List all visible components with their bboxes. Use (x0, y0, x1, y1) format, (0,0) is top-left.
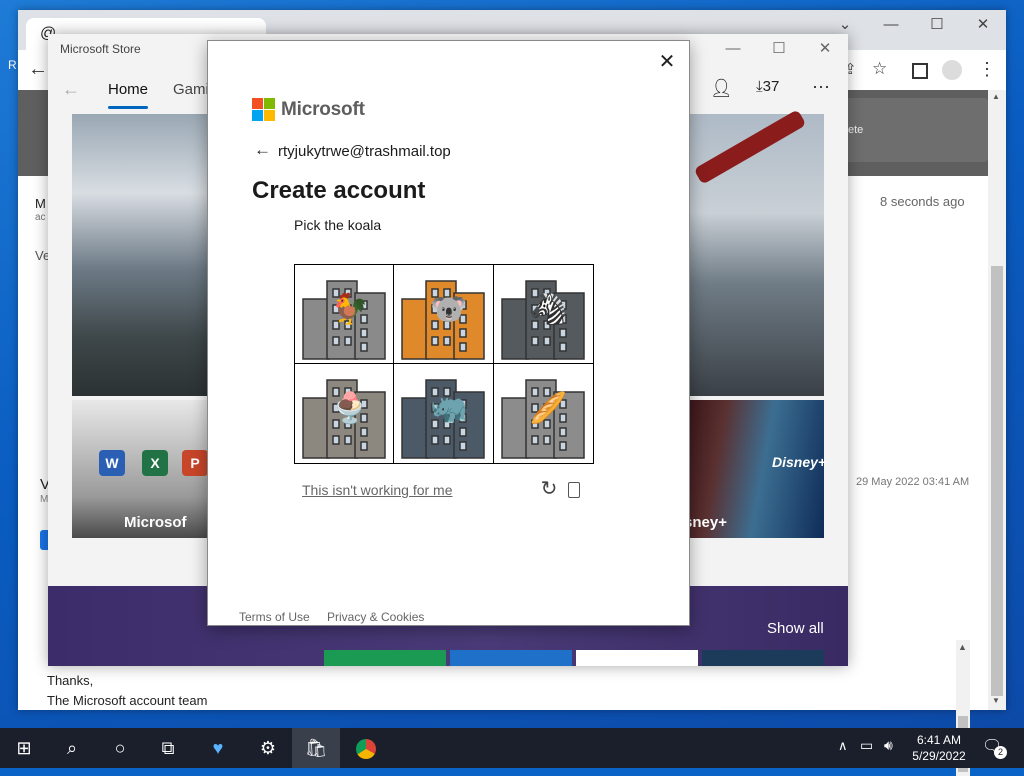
captcha-cell-rhino[interactable]: 🦏 (394, 364, 493, 462)
email-thanks-text: Thanks, (47, 673, 94, 688)
refresh-icon[interactable]: ↻ (538, 478, 560, 500)
hero-image-game[interactable] (686, 109, 824, 396)
rhino-icon: 🦏 (430, 392, 468, 425)
grid-divider (492, 265, 494, 463)
captcha-cell-zebra[interactable]: 🦓 (493, 265, 592, 363)
page-scrollbar-thumb[interactable] (991, 266, 1003, 696)
chrome-close-button[interactable]: ✕ (960, 10, 1006, 40)
store-close-button[interactable]: ✕ (802, 34, 848, 64)
store-back-arrow-icon[interactable]: ← (62, 79, 80, 100)
health-app-icon[interactable]: ♥ (194, 728, 242, 768)
store-minimize-button[interactable]: — (710, 34, 756, 64)
ice-cream-icon: 🍨 (331, 392, 369, 425)
taskbar-clock[interactable]: 6:41 AM 5/29/2022 (906, 732, 972, 764)
email-sender-fragment: M (35, 196, 46, 211)
downloads-count: 37 (762, 78, 780, 95)
microsoft-store-taskbar-icon[interactable]: 🛍︎ (292, 728, 340, 768)
delete-button[interactable]: ete (838, 98, 988, 162)
koala-icon: 🐨 (430, 293, 468, 326)
captcha-instruction: Pick the koala (294, 217, 382, 233)
clock-time: 6:41 AM (916, 733, 962, 747)
chrome-menu-icon[interactable]: ⋮ (978, 59, 996, 80)
captcha-grid: 🐓 🐨 🦓 🍨 🦏 🥖 (294, 264, 594, 464)
chrome-back-button[interactable]: ← (28, 58, 48, 81)
hero-image-mountains[interactable] (72, 114, 207, 396)
task-view-icon[interactable]: ⧉ (144, 728, 192, 768)
downloads-button[interactable]: ⤓37 (756, 78, 779, 95)
logo-square-red (252, 98, 263, 109)
side-panel-icon[interactable] (912, 63, 928, 79)
bookmark-star-icon[interactable]: ☆ (872, 59, 887, 79)
identity-email: rtyjukytrwe@trashmail.top (278, 143, 451, 160)
privacy-cookies-link[interactable]: Privacy & Cookies (327, 610, 424, 624)
search-icon[interactable]: ⌕ (48, 728, 96, 768)
grid-divider (393, 265, 395, 463)
bread-icon: 🥖 (529, 392, 568, 425)
disney-card-label: sney+ (684, 514, 727, 531)
chrome-maximize-button[interactable]: ☐ (914, 10, 960, 40)
logo-square-yellow (264, 110, 275, 121)
excel-icon: X (142, 450, 168, 476)
captcha-cell-koala[interactable]: 🐨 (394, 265, 493, 363)
audio-captcha-icon[interactable] (568, 482, 580, 498)
taskbar: ⊞ ⌕ ○ ⧉ ♥ ⚙ 🛍︎ ∧ ▭ 🔊︎ 6:41 AM 5/29/2022 … (0, 728, 1024, 768)
captcha-cell-ice-cream[interactable]: 🍨 (295, 364, 394, 462)
powerpoint-icon: P (182, 450, 208, 476)
terms-of-use-link[interactable]: Terms of Use (239, 610, 310, 624)
chrome-minimize-button[interactable]: — (868, 10, 914, 40)
store-more-menu-icon[interactable]: ··· (812, 76, 830, 97)
word-icon: W (99, 450, 125, 476)
page-scroll-down-icon[interactable]: ▼ (992, 696, 1000, 705)
email-timestamp-date: 29 May 2022 03:41 AM (856, 476, 970, 488)
profile-avatar-icon[interactable] (942, 60, 962, 80)
account-add-icon[interactable]: 👤︎ (710, 78, 733, 99)
cortana-icon[interactable]: ○ (96, 728, 144, 768)
email-address-fragment: ac (35, 212, 46, 223)
volume-icon[interactable]: 🔊︎ (884, 737, 893, 754)
dialog-close-button[interactable]: ✕ (652, 47, 682, 77)
back-arrow-icon[interactable]: ← (254, 140, 271, 160)
page-scrollbar[interactable]: ▲ ▼ (988, 90, 1006, 710)
rooster-icon: 🐓 (331, 293, 369, 326)
microsoft-wordmark: Microsoft (281, 99, 365, 120)
tab-home[interactable]: Home (108, 81, 148, 98)
start-windows-icon[interactable]: ⊞ (0, 728, 48, 768)
page-scroll-up-icon[interactable]: ▲ (992, 92, 1000, 101)
create-account-dialog: ✕ Microsoft ← rtyjukytrwe@trashmail.top … (207, 40, 690, 626)
desktop-icon-label: R (8, 58, 17, 72)
microsoft-logo-icon (252, 98, 275, 121)
show-all-link[interactable]: Show all (767, 620, 824, 637)
grid-divider (295, 363, 593, 364)
logo-square-blue (252, 110, 263, 121)
store-tile[interactable] (702, 650, 824, 666)
office-card-label: Microsof (124, 514, 187, 531)
notification-count-badge: 2 (994, 746, 1007, 759)
captcha-cell-rooster[interactable]: 🐓 (295, 265, 394, 363)
store-tile[interactable] (576, 650, 698, 666)
disney-logo: Disney+ (772, 454, 827, 470)
store-tile[interactable] (450, 650, 572, 666)
download-arrow-icon: ⤓ (756, 78, 763, 95)
game-weapon-graphic (693, 109, 807, 185)
captcha-help-link[interactable]: This isn't working for me (302, 482, 453, 498)
active-tab-indicator (108, 106, 148, 109)
dialog-title: Create account (252, 177, 426, 204)
email-signature-text: The Microsoft account team (47, 693, 208, 708)
clock-date: 5/29/2022 (912, 749, 966, 763)
captcha-cell-bread[interactable]: 🥖 (493, 364, 592, 462)
tab-gaming[interactable]: Gami (173, 81, 209, 98)
store-maximize-button[interactable]: ☐ (756, 34, 802, 64)
chrome-taskbar-icon[interactable] (342, 728, 390, 768)
scroll-up-arrow-icon[interactable]: ▲ (958, 642, 967, 652)
settings-gear-icon[interactable]: ⚙ (244, 728, 292, 768)
network-icon[interactable]: ▭ (860, 737, 873, 754)
store-tile[interactable] (324, 650, 446, 666)
email-timestamp-recent: 8 seconds ago (880, 194, 965, 209)
show-hidden-icons-chevron-icon[interactable]: ∧ (838, 738, 848, 754)
store-window-title: Microsoft Store (60, 42, 141, 56)
zebra-icon: 🦓 (529, 293, 568, 326)
logo-square-green (264, 98, 275, 109)
